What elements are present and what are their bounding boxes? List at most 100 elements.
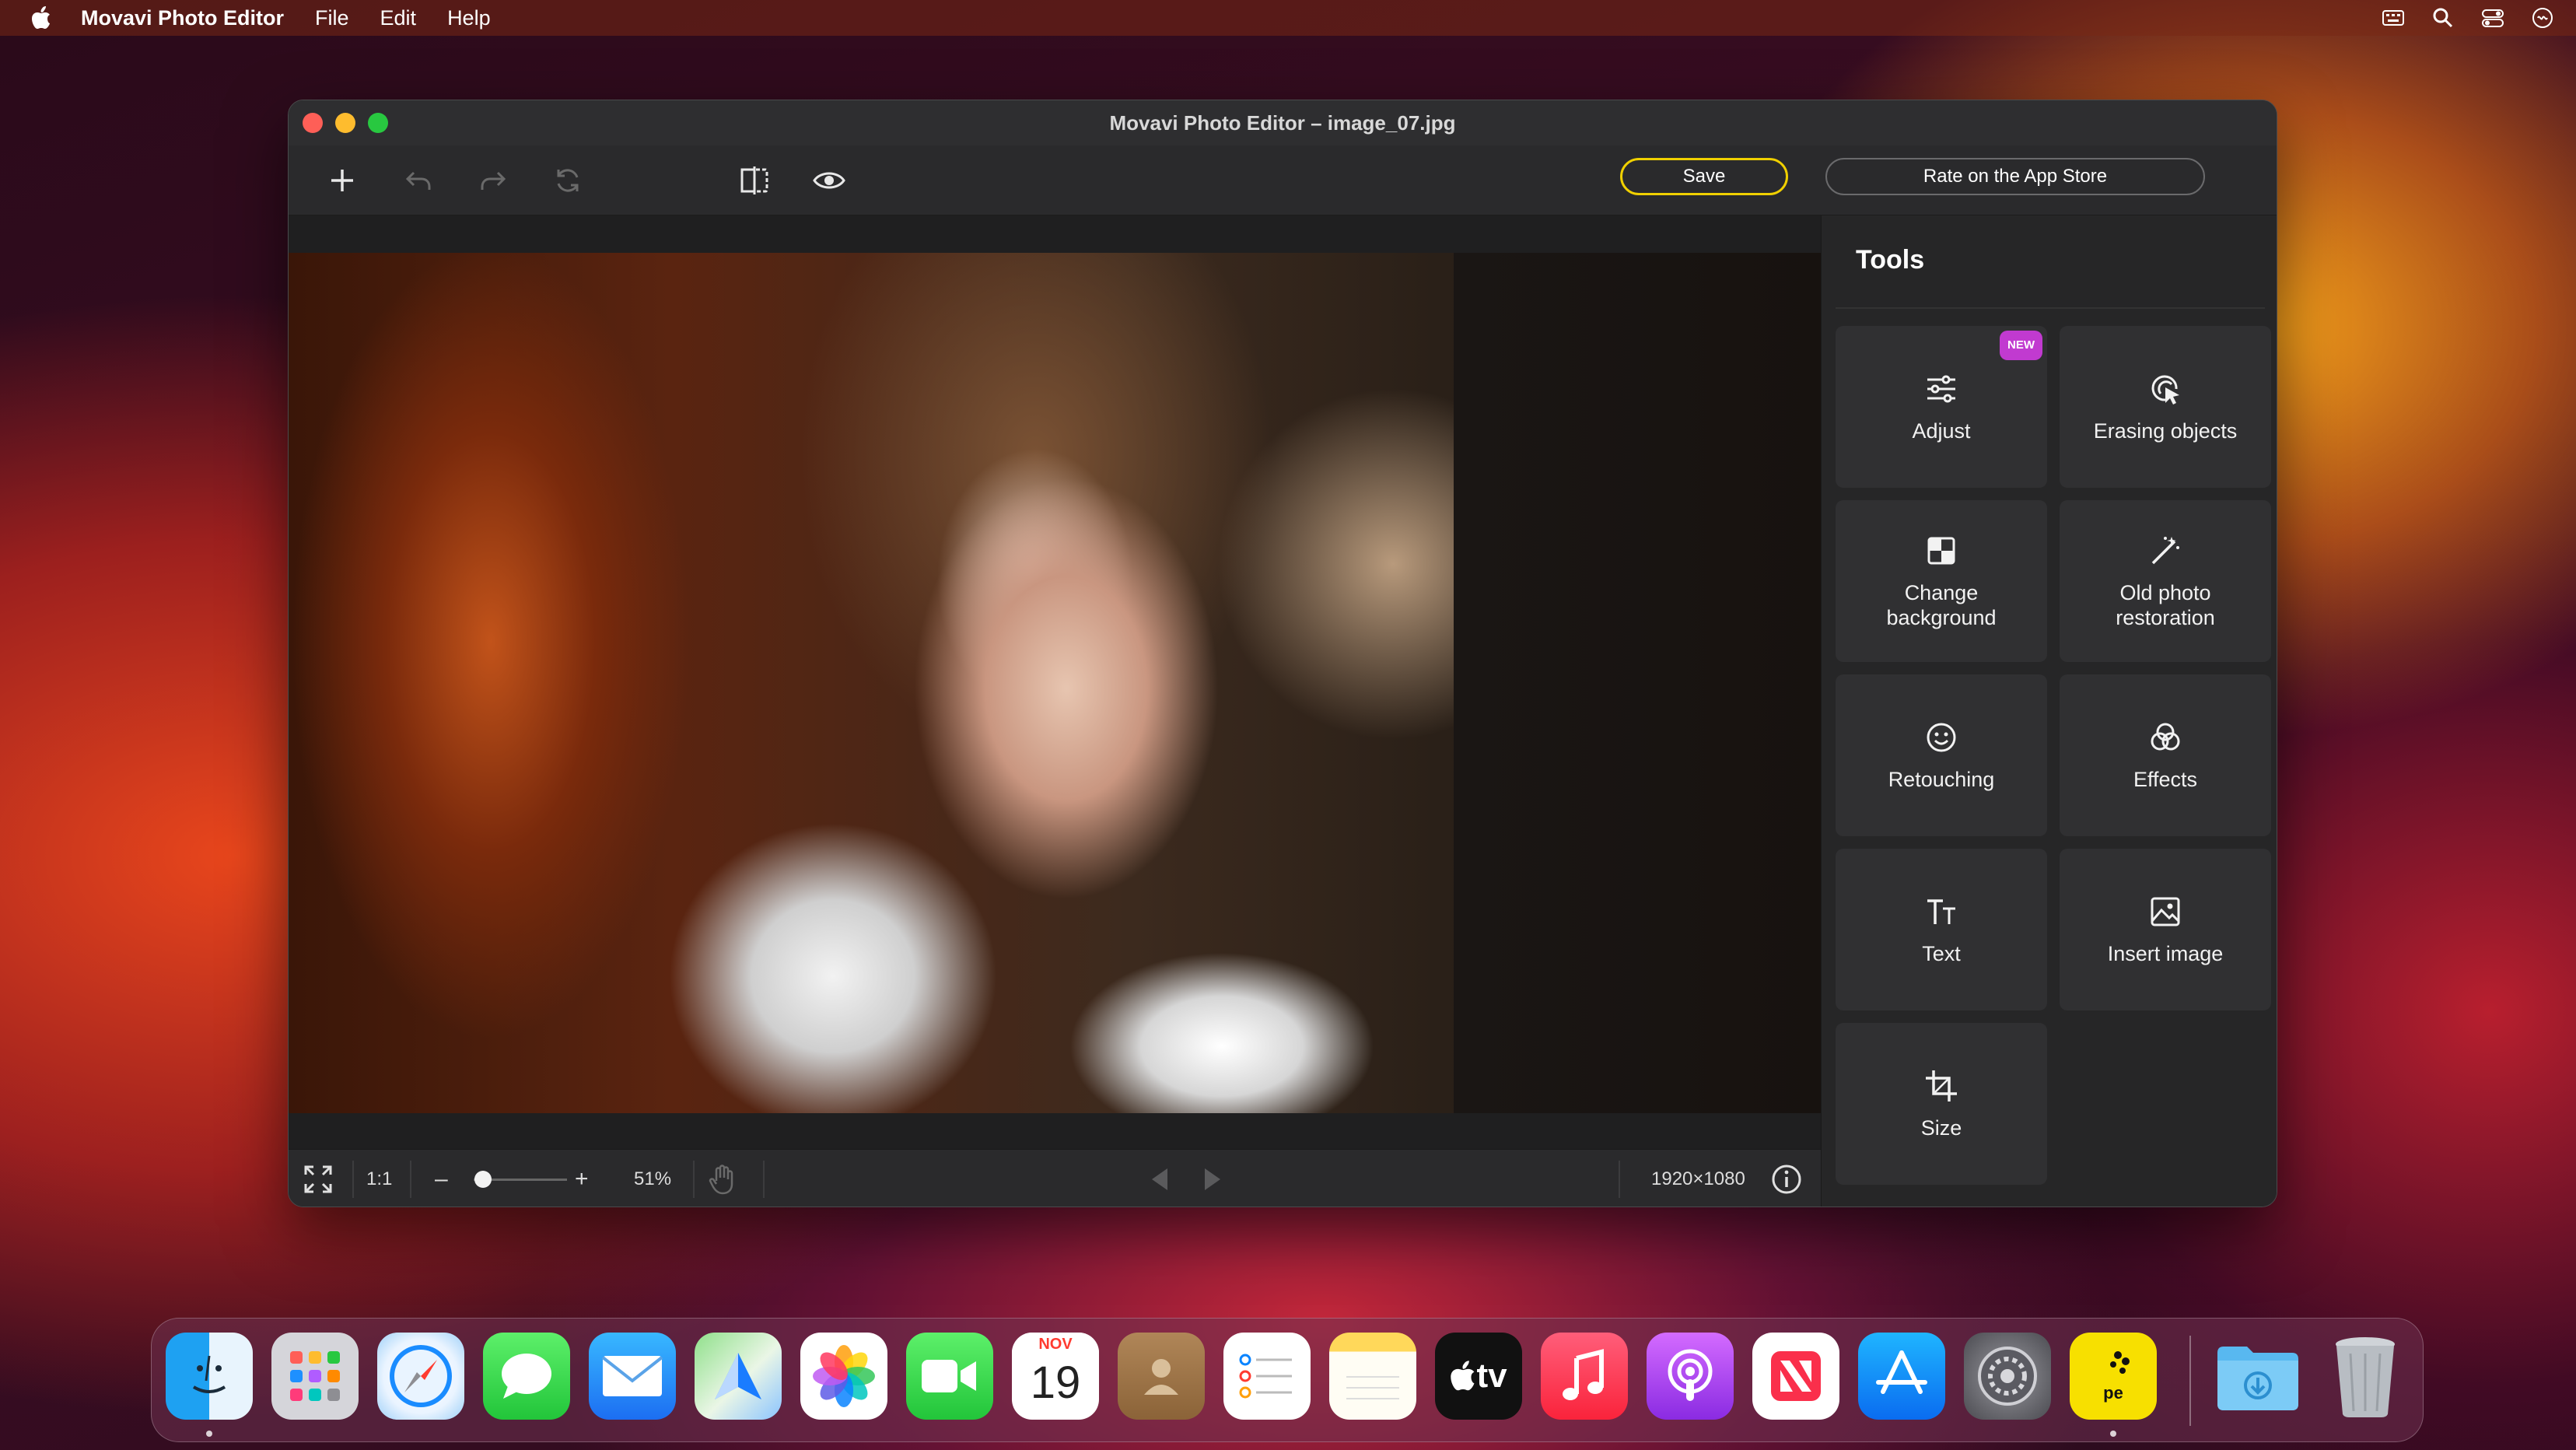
minimize-window-button[interactable] [335,113,355,133]
tools-panel-title: Tools [1856,245,1925,275]
tool-retouching[interactable]: Retouching [1836,674,2047,836]
system-settings-icon[interactable] [1964,1333,2051,1420]
bottom-divider [763,1161,765,1198]
zoom-out-button[interactable]: – [435,1150,448,1207]
image-resolution: 1920×1080 [1651,1168,1745,1189]
app-window: Movavi Photo Editor – image_07.jpg Save … [288,100,2277,1207]
bottom-divider [410,1161,411,1198]
app-store-icon[interactable] [1858,1333,1945,1420]
fullscreen-icon[interactable] [303,1150,334,1207]
bottom-divider [1619,1161,1620,1198]
redo-icon[interactable] [475,163,511,198]
undo-icon[interactable] [401,163,436,198]
canvas-area [289,215,1821,1154]
window-titlebar: Movavi Photo Editor – image_07.jpg [289,100,2277,145]
tool-label: Change background [1886,581,1997,629]
rate-app-store-button[interactable]: Rate on the App Store [1825,158,2205,195]
tool-label: Retouching [1888,768,1995,791]
zoom-level: 51% [634,1168,672,1189]
bottom-bar: 1:1 – + 51% 1920×1080 [289,1149,1821,1207]
hand-pan-icon[interactable] [709,1150,737,1207]
maps-icon[interactable] [695,1333,782,1420]
preview-eye-icon[interactable] [811,163,847,198]
photos-icon[interactable] [800,1333,887,1420]
tool-effects[interactable]: Effects [2060,674,2271,836]
safari-icon[interactable] [377,1333,464,1420]
tools-panel: Tools NEW Adjust Erasing objects Change … [1821,215,2277,1207]
calendar-icon[interactable]: NOV 19 [1012,1333,1099,1420]
compare-before-after-icon[interactable] [737,163,772,198]
menu-bar: Movavi Photo Editor File Edit Help [0,0,2576,36]
zoom-slider-handle[interactable] [474,1171,492,1188]
tool-text[interactable]: Text [1836,849,2047,1010]
next-image-icon[interactable] [1200,1150,1225,1207]
apple-logo-icon[interactable] [28,5,54,31]
facetime-icon[interactable] [906,1333,993,1420]
actual-size-button[interactable]: 1:1 [366,1150,392,1207]
menu-edit[interactable]: Edit [380,6,417,30]
siri-icon[interactable] [2531,6,2554,30]
background-icon [1923,532,1960,569]
movavi-photo-editor-icon[interactable]: pe [2070,1333,2157,1420]
photo-canvas[interactable] [289,253,1821,1113]
info-icon[interactable] [1771,1150,1802,1207]
tool-label: Old photo restoration [2116,581,2215,629]
tool-label: Text [1922,942,1961,965]
tool-label: Erasing objects [2093,419,2238,443]
zoom-in-button[interactable]: + [575,1150,589,1207]
menu-status-area [2382,0,2554,36]
crop-icon [1923,1067,1960,1105]
news-icon[interactable] [1752,1333,1839,1420]
messages-icon[interactable] [483,1333,570,1420]
tool-insert-image[interactable]: Insert image [2060,849,2271,1010]
new-badge: NEW [2000,331,2042,360]
menu-help[interactable]: Help [447,6,491,30]
reset-icon[interactable] [550,163,586,198]
bottom-divider [352,1161,354,1198]
tool-label: Size [1920,1116,1962,1140]
podcasts-icon[interactable] [1647,1333,1734,1420]
effects-circles-icon [2147,719,2184,756]
calendar-month: NOV [1012,1333,1099,1356]
running-indicator [2110,1431,2116,1437]
tools-divider [1836,307,2265,309]
downloads-folder-icon[interactable] [2214,1333,2301,1420]
window-title: Movavi Photo Editor – image_07.jpg [1109,110,1456,135]
reminders-icon[interactable] [1223,1333,1311,1420]
tool-label: Insert image [2107,942,2224,965]
spotlight-search-icon[interactable] [2431,6,2455,30]
magic-wand-icon [2147,532,2184,569]
finder-icon[interactable] [166,1333,253,1420]
trash-icon[interactable] [2322,1333,2409,1420]
menu-app-name[interactable]: Movavi Photo Editor [81,6,284,30]
tool-erasing-objects[interactable]: Erasing objects [2060,326,2271,488]
pe-label: pe [2103,1383,2123,1403]
insert-image-icon [2147,893,2184,930]
eraser-cursor-icon [2147,370,2184,408]
control-center-icon[interactable] [2481,6,2504,30]
notes-icon[interactable] [1329,1333,1416,1420]
apple-tv-icon[interactable]: tv [1435,1333,1522,1420]
apple-tv-label: tv [1476,1357,1507,1395]
music-icon[interactable] [1541,1333,1628,1420]
tool-label: Adjust [1912,419,1971,443]
add-icon[interactable] [324,163,360,198]
dock: NOV 19 tv pe [151,1318,2424,1442]
tool-adjust[interactable]: NEW Adjust [1836,326,2047,488]
calendar-day: 19 [1030,1357,1081,1408]
keyboard-layout-icon[interactable] [2382,6,2405,30]
tool-change-background[interactable]: Change background [1836,500,2047,662]
smiley-icon [1923,719,1960,756]
mail-icon[interactable] [589,1333,676,1420]
contacts-icon[interactable] [1118,1333,1205,1420]
launchpad-icon[interactable] [271,1333,359,1420]
previous-image-icon[interactable] [1147,1150,1172,1207]
menu-file[interactable]: File [315,6,349,30]
tool-old-photo-restoration[interactable]: Old photo restoration [2060,500,2271,662]
window-controls [303,113,388,133]
zoom-window-button[interactable] [368,113,388,133]
tool-label: Effects [2133,768,2198,791]
save-button[interactable]: Save [1620,158,1788,195]
close-window-button[interactable] [303,113,323,133]
tool-size[interactable]: Size [1836,1023,2047,1185]
